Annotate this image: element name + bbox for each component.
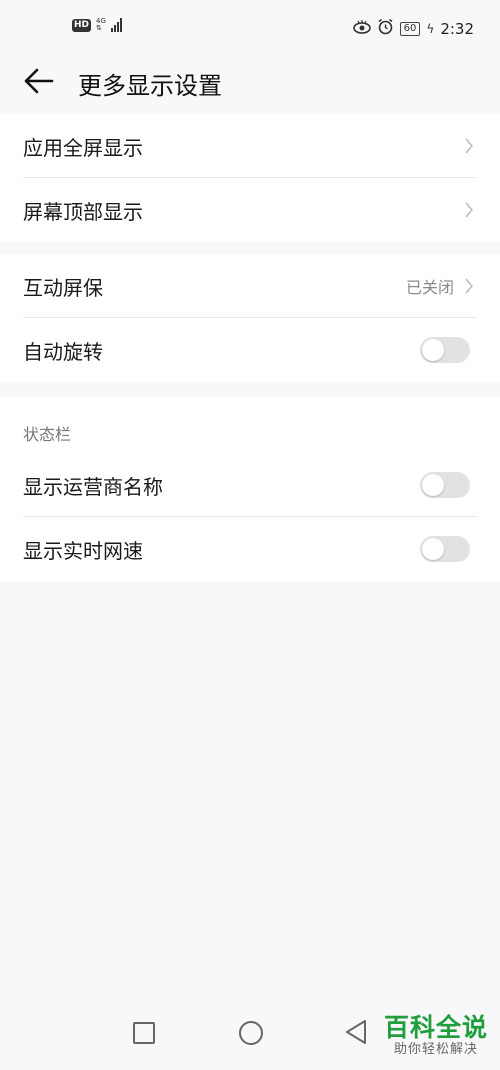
status-bar-settings-list: 显示运营商名称 显示实时网速 [0, 453, 500, 581]
arrow-left-icon[interactable] [24, 68, 54, 94]
carrier-name-toggle[interactable] [420, 472, 470, 498]
title-bar: 更多显示设置 [0, 56, 500, 108]
status-bar: HD 4G ⇅ 60 ϟ 2:32 [0, 0, 500, 56]
eye-comfort-icon [352, 19, 371, 38]
alarm-icon [377, 18, 394, 39]
setting-screen-top-display[interactable]: 屏幕顶部显示 [0, 178, 500, 242]
page-background [0, 581, 500, 1070]
charging-icon: ϟ [426, 21, 435, 36]
settings-group-status-bar: 状态栏 显示运营商名称 显示实时网速 [0, 397, 500, 581]
toggle-knob [422, 538, 444, 560]
chevron-right-icon [465, 138, 474, 154]
page-title: 更多显示设置 [78, 72, 222, 100]
settings-group-display: 应用全屏显示 屏幕顶部显示 [0, 114, 500, 242]
watermark-logo: 百科全说 助你轻松解决 [384, 1014, 488, 1058]
setting-auto-rotate: 自动旋转 [0, 318, 500, 382]
chevron-right-icon [465, 278, 474, 294]
setting-screensaver[interactable]: 互动屏保 已关闭 [0, 254, 500, 318]
setting-value: 已关闭 [405, 278, 454, 297]
home-icon[interactable] [239, 1021, 263, 1045]
setting-show-carrier-name: 显示运营商名称 [0, 453, 500, 517]
back-icon[interactable] [344, 1019, 368, 1045]
toggle-knob [422, 339, 444, 361]
watermark-main: 百科全说 [383, 1013, 488, 1042]
watermark-sub: 助你轻松解决 [393, 1042, 478, 1057]
auto-rotate-toggle[interactable] [420, 337, 470, 363]
network-type: 4G ⇅ [96, 18, 106, 32]
signal-icon [110, 18, 122, 32]
battery-level: 60 [403, 22, 417, 34]
settings-group-screen: 互动屏保 已关闭 自动旋转 [0, 254, 500, 382]
setting-app-fullscreen[interactable]: 应用全屏显示 [0, 114, 500, 178]
toggle-knob [422, 474, 444, 496]
recent-apps-icon[interactable] [133, 1022, 155, 1044]
setting-label: 显示运营商名称 [23, 474, 163, 499]
setting-label: 屏幕顶部显示 [23, 199, 143, 224]
setting-label: 自动旋转 [23, 339, 103, 364]
status-bar-left: HD 4G ⇅ [72, 18, 122, 32]
setting-label: 互动屏保 [23, 275, 103, 300]
battery-icon: 60 [399, 21, 421, 36]
setting-label: 应用全屏显示 [23, 135, 143, 160]
network-speed-toggle[interactable] [420, 536, 470, 562]
status-bar-right: 60 ϟ 2:32 [352, 18, 474, 39]
setting-show-network-speed: 显示实时网速 [0, 517, 500, 581]
status-time: 2:32 [440, 19, 474, 38]
section-header: 状态栏 [23, 425, 72, 444]
chevron-right-icon [465, 202, 474, 218]
setting-label: 显示实时网速 [23, 538, 143, 563]
hd-badge: HD [72, 18, 92, 32]
network-arrows-icon: ⇅ [96, 24, 102, 32]
